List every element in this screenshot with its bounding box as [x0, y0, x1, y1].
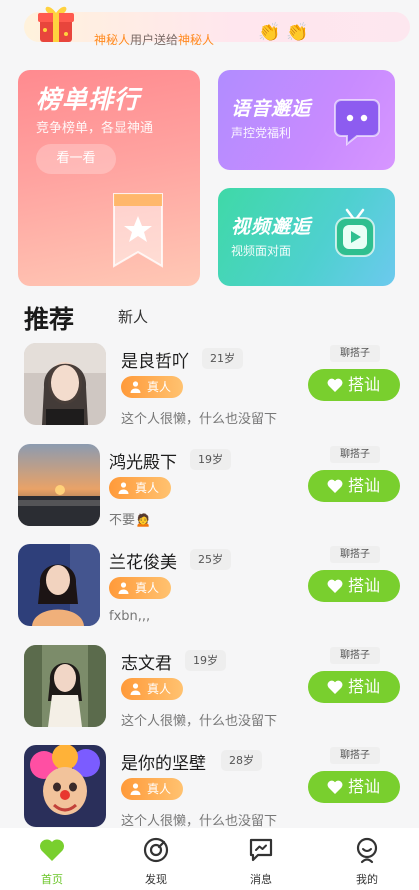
video-card-subtitle: 视频面对面: [231, 244, 292, 258]
chat-buddy-badge: 聊搭子: [330, 345, 380, 362]
clap-icon: 👏: [286, 22, 309, 43]
profile-icon: [356, 837, 378, 864]
video-card-title: 视频邂逅: [231, 216, 312, 238]
age-badge: 25岁: [190, 549, 231, 570]
gift-banner[interactable]: 神秘人用户送给神秘人 👏 👏: [10, 0, 410, 48]
greet-button-label: 搭讪: [348, 777, 381, 796]
rank-card[interactable]: 榜单排行 竞争榜单，各显神通 看一看: [18, 70, 200, 286]
greet-button[interactable]: 搭讪: [308, 570, 400, 602]
banner-message: 神秘人用户送给神秘人: [94, 31, 214, 48]
user-bio: fxbn,,,: [109, 609, 151, 624]
verified-tag: 真人: [121, 778, 183, 800]
banner-sender: 神秘人: [94, 33, 131, 47]
nav-messages[interactable]: 消息: [231, 828, 291, 890]
gift-box-icon: [38, 6, 74, 42]
chat-buddy-badge: 聊搭子: [330, 546, 380, 563]
user-bio: 这个人很懒，什么也没留下: [121, 714, 278, 729]
message-icon: [249, 838, 273, 862]
verified-tag: 真人: [109, 477, 171, 499]
voice-card[interactable]: 语音邂逅 声控党福利: [218, 70, 395, 170]
person-icon: [118, 482, 129, 494]
video-card[interactable]: 视频邂逅 视频面对面: [218, 188, 395, 286]
user-name: 鸿光殿下: [109, 453, 177, 473]
banner-middle: 用户送给: [130, 33, 179, 47]
rank-card-title: 榜单排行: [36, 85, 141, 114]
avatar[interactable]: [24, 745, 106, 827]
greet-button-label: 搭讪: [348, 677, 381, 696]
greet-button[interactable]: 搭讪: [308, 369, 400, 401]
look-button[interactable]: 看一看: [36, 144, 116, 174]
user-name: 志文君: [121, 654, 172, 674]
age-badge: 19岁: [190, 449, 231, 470]
age-badge: 21岁: [202, 348, 243, 369]
chat-buddy-badge: 聊搭子: [330, 446, 380, 463]
person-icon: [130, 381, 141, 393]
compass-icon: [143, 837, 169, 863]
greet-button-label: 搭讪: [348, 375, 381, 394]
verified-tag-label: 真人: [147, 682, 172, 696]
age-badge: 28岁: [221, 750, 262, 771]
user-name: 是良哲吖: [121, 352, 189, 372]
user-name: 兰花俊美: [109, 553, 177, 573]
heart-icon: [327, 479, 343, 493]
nav-profile-label: 我的: [356, 873, 378, 886]
avatar[interactable]: [24, 343, 106, 425]
tv-icon: [335, 208, 375, 257]
age-badge: 19岁: [185, 650, 226, 671]
greet-button[interactable]: 搭讪: [308, 671, 400, 703]
user-row[interactable]: 鸿光殿下 19岁 真人 不要🙍 聊搭子 搭讪: [0, 444, 419, 540]
user-row[interactable]: 志文君 19岁 真人 这个人很懒，什么也没留下 聊搭子 搭讪: [0, 645, 419, 741]
user-name: 是你的坚壁: [121, 754, 206, 774]
avatar[interactable]: [18, 544, 100, 626]
verified-tag: 真人: [121, 678, 183, 700]
verified-tag-label: 真人: [135, 581, 160, 595]
banner-pill: [24, 12, 410, 42]
person-icon: [130, 683, 141, 695]
voice-card-title: 语音邂逅: [231, 98, 312, 120]
verified-tag: 真人: [109, 577, 171, 599]
heart-icon: [327, 780, 343, 794]
user-row[interactable]: 是良哲吖 21岁 真人 这个人很懒，什么也没留下 聊搭子 搭讪: [0, 343, 419, 439]
bottom-nav: 首页 发现 消息 我的: [0, 828, 419, 890]
chat-buddy-badge: 聊搭子: [330, 647, 380, 664]
rank-card-subtitle: 竞争榜单，各显神通: [36, 121, 154, 136]
star-bookmark-icon: [113, 193, 163, 268]
banner-receiver: 神秘人: [178, 33, 215, 47]
chat-bubble-icon: [334, 99, 380, 146]
greet-button[interactable]: 搭讪: [308, 771, 400, 803]
voice-card-subtitle: 声控党福利: [231, 126, 292, 140]
heart-icon: [327, 378, 343, 392]
person-icon: [130, 783, 141, 795]
tab-new[interactable]: 新人: [118, 306, 148, 327]
clap-icon: 👏: [258, 22, 281, 43]
avatar[interactable]: [18, 444, 100, 526]
user-bio: 这个人很懒，什么也没留下: [121, 412, 278, 427]
nav-home[interactable]: 首页: [22, 828, 82, 890]
verified-tag-label: 真人: [135, 481, 160, 495]
chat-buddy-badge: 聊搭子: [330, 747, 380, 764]
user-bio: 不要🙍: [109, 513, 152, 528]
avatar[interactable]: [24, 645, 106, 727]
heart-icon: [39, 839, 65, 861]
heart-icon: [327, 680, 343, 694]
tab-recommend[interactable]: 推荐: [24, 300, 74, 336]
user-row[interactable]: 是你的坚壁 28岁 真人 这个人很懒，什么也没留下 聊搭子 搭讪: [0, 745, 419, 841]
user-bio: 这个人很懒，什么也没留下: [121, 814, 278, 829]
nav-discover-label: 发现: [145, 873, 167, 886]
heart-icon: [327, 579, 343, 593]
person-icon: [118, 582, 129, 594]
user-row[interactable]: 兰花俊美 25岁 真人 fxbn,,, 聊搭子 搭讪: [0, 544, 419, 640]
nav-home-label: 首页: [41, 873, 63, 886]
verified-tag: 真人: [121, 376, 183, 398]
nav-messages-label: 消息: [250, 873, 272, 886]
greet-button-label: 搭讪: [348, 576, 381, 595]
verified-tag-label: 真人: [147, 782, 172, 796]
nav-profile[interactable]: 我的: [337, 828, 397, 890]
verified-tag-label: 真人: [147, 380, 172, 394]
greet-button-label: 搭讪: [348, 476, 381, 495]
nav-discover[interactable]: 发现: [126, 828, 186, 890]
greet-button[interactable]: 搭讪: [308, 470, 400, 502]
